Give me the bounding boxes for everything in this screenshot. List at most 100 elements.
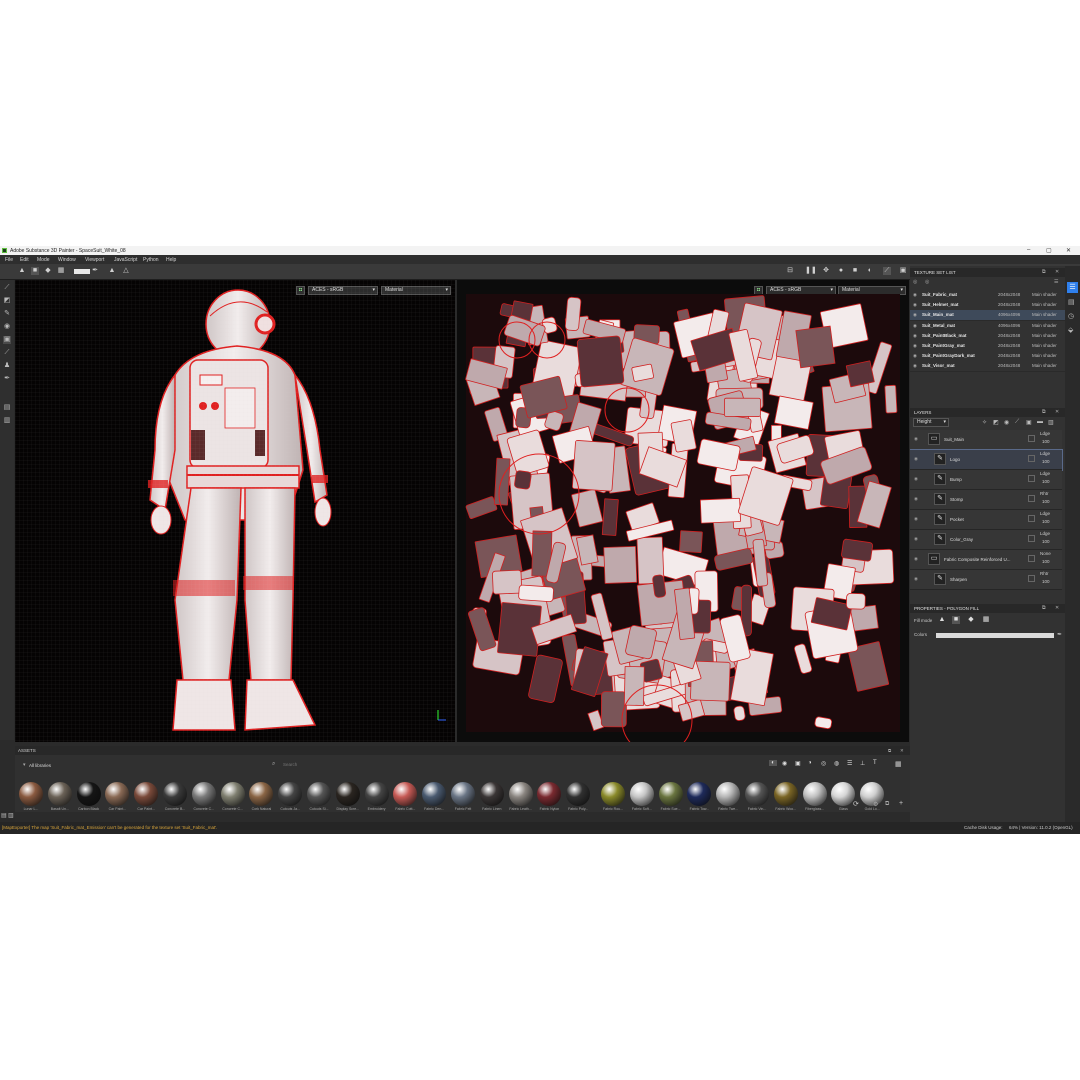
history-tab-icon[interactable]: ◷ (1068, 312, 1074, 320)
pause-icon[interactable]: ❚❚ (805, 267, 817, 275)
asset-thumbnail[interactable] (134, 782, 159, 806)
square-fill-icon[interactable]: ■ (952, 616, 960, 624)
cube-icon[interactable]: ◆ (44, 267, 52, 275)
layer-checkbox[interactable] (1028, 495, 1035, 502)
eye-icon[interactable]: ◉ (914, 456, 918, 462)
clone-icon[interactable]: ♟ (3, 362, 11, 370)
add-layer-icon[interactable]: ▣ (1026, 419, 1032, 426)
layer-checkbox[interactable] (1028, 455, 1035, 462)
asset-thumbnail[interactable] (278, 782, 303, 806)
layer-checkbox[interactable] (1028, 435, 1035, 442)
color-slider[interactable] (936, 633, 1054, 638)
asset-thumbnail[interactable] (76, 782, 101, 806)
texture-set-shader[interactable]: Main shader (1032, 321, 1057, 331)
layer-name[interactable]: Bump (950, 477, 962, 482)
eye-icon[interactable]: ◉ (913, 341, 917, 351)
eye-icon[interactable]: ◉ (914, 476, 918, 482)
layer-row[interactable]: ◉ ✎ Stomp Rhtr 100 (910, 490, 1062, 510)
layers-tab-icon[interactable]: ☰ (1067, 282, 1078, 293)
minimize-button[interactable]: – (1027, 247, 1030, 253)
layer-opacity[interactable]: 100 (1042, 579, 1050, 584)
render-icon[interactable]: ▣ (899, 267, 907, 275)
menu-icon[interactable]: ☰ (1054, 279, 1058, 285)
eye-icon[interactable]: ◉ (913, 331, 917, 341)
eyedropper-icon[interactable]: ✒ (91, 267, 99, 275)
refresh-icon[interactable]: ⟳ (853, 800, 859, 808)
asset-thumbnail[interactable] (537, 782, 562, 806)
menu-viewport[interactable]: Viewport (85, 257, 104, 263)
eye-icon[interactable]: ◉ (913, 300, 917, 310)
close-button[interactable]: ✕ (1066, 247, 1071, 254)
asset-thumbnail[interactable] (687, 782, 712, 806)
layer-row[interactable]: ◉ ✎ Bump Ldge 100 (910, 470, 1062, 490)
layer-checkbox[interactable] (1028, 535, 1035, 542)
asset-thumbnail[interactable] (451, 782, 475, 806)
asset-thumbnail[interactable] (802, 782, 827, 806)
close-icon[interactable]: ✕ (1055, 604, 1059, 613)
menu-help[interactable]: Help (166, 257, 176, 263)
camera-icon[interactable]: ■ (851, 267, 859, 275)
layer-name[interactable]: Pocket (950, 517, 964, 522)
asset-thumbnail[interactable] (422, 782, 447, 806)
eraser-icon[interactable]: ◩ (3, 297, 11, 305)
menu-python[interactable]: Python (143, 257, 159, 263)
layer-opacity[interactable]: 100 (1042, 439, 1050, 444)
texture-set-row[interactable]: ◉ Suit_Visor_mat 2048x2048 Main shader (910, 361, 1065, 373)
layer-blend-mode[interactable]: Ldge (1040, 451, 1050, 456)
layer-checkbox[interactable] (1028, 575, 1035, 582)
layer-name[interactable]: Stomp (950, 497, 963, 502)
texture-set-shader[interactable]: Main shader (1032, 331, 1057, 341)
layer-checkbox[interactable] (1028, 555, 1035, 562)
layer-row[interactable]: ◉ ▭ Suit_Main Ldge 100 (910, 430, 1062, 450)
asset-thumbnail[interactable] (508, 782, 533, 806)
menu-window[interactable]: Window (58, 257, 76, 263)
eye-icon[interactable]: ◉ (913, 321, 917, 331)
close-icon[interactable]: ✕ (1055, 408, 1059, 417)
uv-fill-icon[interactable]: ▦ (982, 616, 990, 624)
eye-icon[interactable]: ◉ (914, 436, 918, 442)
import-icon[interactable]: ⧉ (885, 801, 889, 808)
layer-row[interactable]: ◉ ✎ Pocket Ldge 100 (910, 510, 1062, 530)
asset-thumbnail[interactable] (566, 782, 591, 806)
layer-name[interactable]: Suit_Main (944, 437, 964, 442)
checker-icon[interactable]: ▦ (57, 267, 65, 275)
texture-set-shader[interactable]: Main shader (1032, 341, 1057, 351)
mountain-icon[interactable]: ▲ (108, 267, 116, 275)
light-icon[interactable]: ◐ (866, 267, 874, 275)
close-icon[interactable]: ✕ (1055, 268, 1059, 277)
mask-icon[interactable]: ◩ (993, 419, 999, 426)
settings-icon[interactable]: ⚙ (873, 801, 878, 808)
layer-blend-mode[interactable]: Rhtr (1040, 491, 1049, 496)
eye-icon[interactable]: ◉ (914, 556, 918, 562)
asset-thumbnail[interactable] (831, 782, 856, 806)
layer-opacity[interactable]: 100 (1042, 479, 1050, 484)
asset-thumbnail[interactable] (716, 782, 741, 806)
eye-icon[interactable]: ◉ (913, 290, 917, 300)
eye-icon[interactable]: ◉ (914, 496, 918, 502)
asset-thumbnail[interactable] (479, 782, 504, 806)
smudge-icon[interactable]: ⟋ (3, 349, 11, 357)
maximize-button[interactable]: ▢ (1046, 247, 1052, 254)
layer-blend-mode[interactable]: Ldge (1040, 431, 1050, 436)
layer-row[interactable]: ◉ ✎ Sharpen Rhtr 100 (910, 570, 1062, 590)
link-icon[interactable]: ◎ (925, 279, 929, 285)
layer-row[interactable]: ◉ ✎ Color_Gray Ldge 100 (910, 530, 1062, 550)
eye-icon[interactable]: ◉ (913, 351, 917, 361)
layer-blend-mode[interactable]: Ldge (1040, 471, 1050, 476)
menu-edit[interactable]: Edit (20, 257, 29, 263)
layer-name[interactable]: Sharpen (950, 577, 967, 582)
asset-thumbnail[interactable] (249, 782, 274, 806)
viewport-3d[interactable]: ◘ ACES - sRGB ▾ Material ▾ (15, 280, 455, 742)
folder-icon[interactable]: ▬ (1037, 419, 1043, 425)
info-icon[interactable]: ● (837, 267, 845, 275)
console-icon[interactable]: ▥ (8, 812, 14, 819)
asset-thumbnail[interactable] (364, 782, 389, 806)
asset-thumbnail[interactable] (601, 782, 625, 806)
asset-thumbnail[interactable] (163, 782, 187, 806)
bake-icon[interactable]: ▤ (3, 404, 11, 412)
texture-set-shader[interactable]: Main shader (1032, 310, 1057, 320)
eye-icon[interactable]: ◎ (913, 279, 917, 285)
layer-checkbox[interactable] (1028, 475, 1035, 482)
eyedropper-icon[interactable]: ✒ (1057, 631, 1062, 638)
asset-thumbnail[interactable] (393, 782, 418, 806)
